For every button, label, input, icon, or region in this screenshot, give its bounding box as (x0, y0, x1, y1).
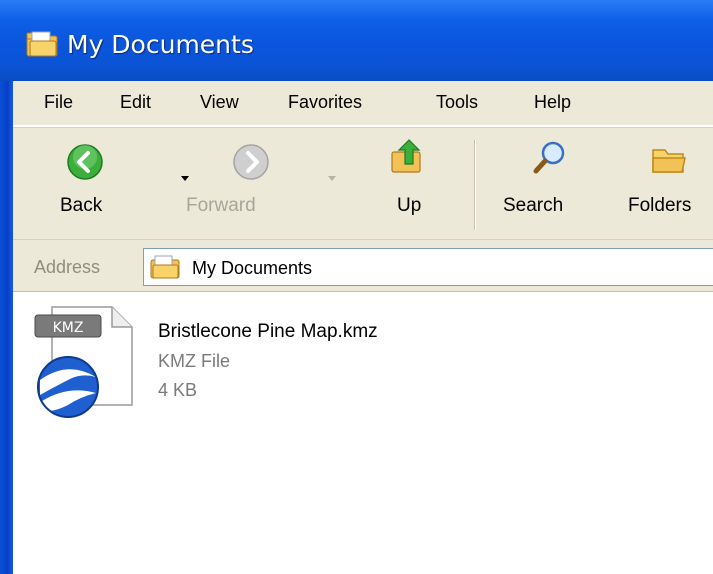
address-value: My Documents (192, 258, 313, 278)
menu-favorites[interactable]: Favorites (288, 92, 362, 113)
menu-bar: File Edit View Favorites Tools Help (13, 81, 713, 126)
file-type: KMZ File (158, 351, 230, 371)
toolbar-separator (474, 140, 476, 230)
search-label: Search (503, 195, 564, 216)
forward-dropdown-arrow (328, 176, 336, 181)
up-button[interactable]: Up (373, 128, 453, 240)
folder-documents-icon (26, 31, 58, 57)
menu-view[interactable]: View (200, 92, 239, 113)
magnifier-icon (533, 141, 565, 174)
forward-arrow-icon (233, 144, 269, 180)
search-button[interactable]: Search (498, 128, 598, 240)
address-bar: Address My Documents (13, 240, 713, 292)
up-folder-icon (391, 139, 421, 173)
forward-label: Forward (186, 195, 256, 216)
back-button[interactable]: Back (43, 128, 189, 240)
back-arrow-icon (67, 144, 103, 180)
menu-edit[interactable]: Edit (120, 92, 151, 113)
folder-documents-icon (150, 255, 180, 279)
folder-icon (652, 149, 686, 173)
folders-button[interactable]: Folders (613, 128, 713, 240)
menu-tools[interactable]: Tools (436, 92, 478, 113)
address-input[interactable]: My Documents (143, 248, 713, 286)
window-title: My Documents (67, 30, 254, 59)
file-item[interactable]: KMZ Bristlecone Pine Map.kmz KMZ File 4 … (30, 305, 510, 425)
window-left-border (0, 0, 13, 574)
kmz-badge-text: KMZ (53, 320, 84, 336)
explorer-window: My Documents File Edit View Favorites To… (0, 0, 713, 574)
file-size: 4 KB (158, 380, 198, 400)
menu-file[interactable]: File (44, 92, 73, 113)
file-name: Bristlecone Pine Map.kmz (158, 321, 378, 342)
forward-button[interactable]: Forward (183, 128, 336, 240)
back-label: Back (60, 195, 103, 216)
menu-help[interactable]: Help (534, 92, 571, 113)
google-earth-kmz-icon: KMZ (34, 306, 133, 418)
folders-label: Folders (628, 195, 692, 216)
standard-toolbar: Back Forward Up Search Folders (13, 127, 713, 240)
up-label: Up (397, 195, 422, 216)
title-bar[interactable]: My Documents (0, 0, 713, 81)
address-label: Address (34, 257, 101, 277)
